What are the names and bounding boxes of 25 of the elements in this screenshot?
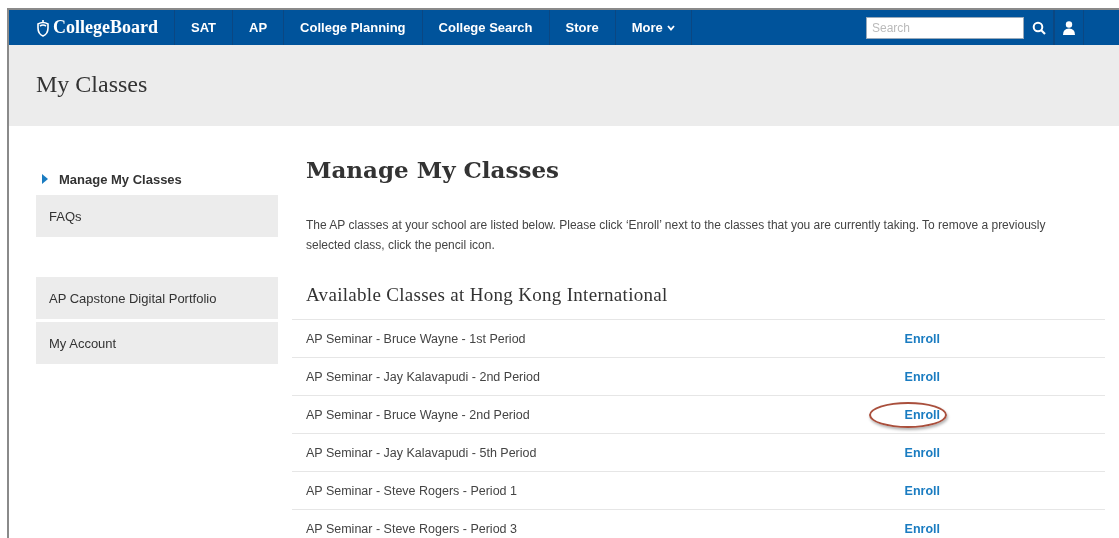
page-title: My Classes bbox=[36, 70, 148, 98]
class-name: AP Seminar - Bruce Wayne - 1st Period bbox=[306, 331, 527, 346]
search-icon bbox=[1031, 20, 1046, 35]
class-name: AP Seminar - Jay Kalavapudi - 2nd Period bbox=[306, 369, 541, 384]
enroll-link[interactable]: Enroll bbox=[904, 445, 940, 460]
class-name: AP Seminar - Steve Rogers - Period 1 bbox=[306, 483, 518, 498]
class-name: AP Seminar - Steve Rogers - Period 3 bbox=[306, 521, 518, 536]
enroll-link[interactable]: Enroll bbox=[904, 369, 940, 384]
class-name: AP Seminar - Jay Kalavapudi - 5th Period bbox=[306, 445, 538, 460]
chevron-down-icon bbox=[666, 24, 675, 31]
user-icon bbox=[1063, 20, 1075, 35]
enroll-link[interactable]: Enroll bbox=[904, 521, 940, 536]
enroll-link[interactable]: Enroll bbox=[904, 483, 940, 498]
enroll-link[interactable]: Enroll bbox=[904, 331, 940, 346]
triangle-right-icon bbox=[41, 174, 49, 184]
enroll-link[interactable]: Enroll bbox=[904, 407, 940, 422]
sidebar-item[interactable]: FAQs bbox=[36, 195, 278, 237]
section-heading: Manage My Classes bbox=[306, 156, 560, 183]
list-heading: Available Classes at Hong Kong International bbox=[306, 284, 669, 307]
sidebar-item[interactable]: My Account bbox=[36, 322, 278, 364]
sidebar-item[interactable]: Manage My Classes bbox=[36, 166, 278, 192]
instructions-text: The AP classes at your school are listed below. Please click ‘Enroll’ next to the classes that you are currently taking. To remove a previously selected class, click the pencil icon. bbox=[306, 217, 1047, 254]
search-field[interactable]: Search bbox=[866, 16, 1024, 39]
class-name: AP Seminar - Bruce Wayne - 2nd Period bbox=[306, 407, 531, 422]
sidebar-item[interactable]: AP Capstone Digital Portfolio bbox=[36, 277, 278, 319]
